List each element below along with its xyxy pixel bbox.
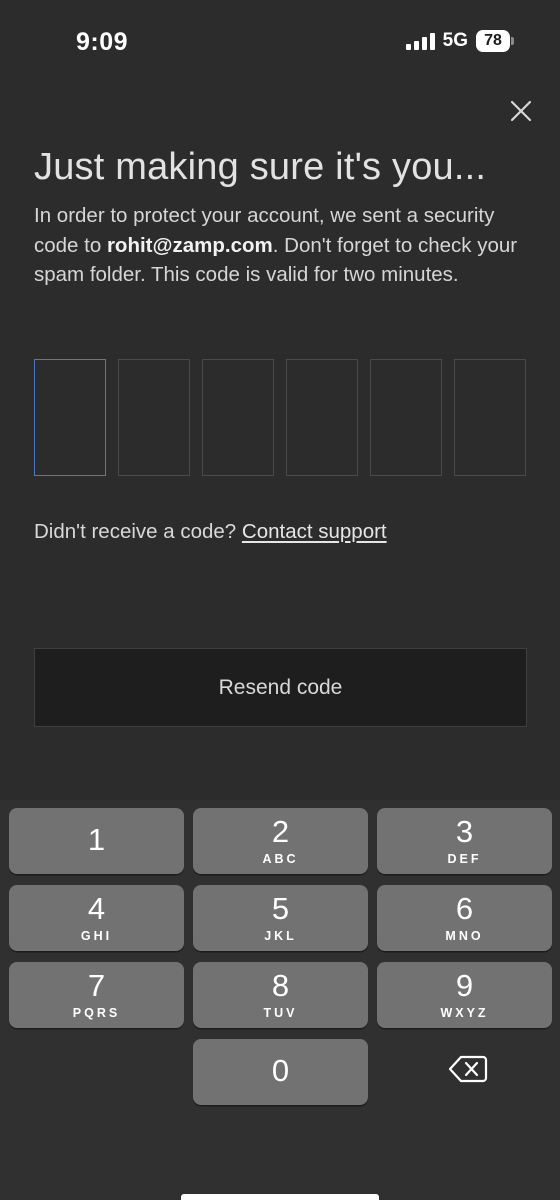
key-8[interactable]: 8 TUV — [193, 962, 368, 1028]
key-1[interactable]: 1 — [9, 808, 184, 874]
battery-icon: 78 — [476, 30, 514, 52]
close-icon — [510, 100, 532, 122]
code-digit-box-3[interactable] — [202, 359, 274, 476]
code-digit-box-1[interactable] — [34, 359, 106, 476]
battery-level: 78 — [476, 30, 510, 52]
support-prompt: Didn't receive a code? — [34, 520, 237, 543]
key-3[interactable]: 3 DEF — [377, 808, 552, 874]
home-indicator[interactable] — [181, 1194, 379, 1200]
code-digit-box-2[interactable] — [118, 359, 190, 476]
code-digit-box-5[interactable] — [370, 359, 442, 476]
page-title: Just making sure it's you... — [34, 146, 487, 188]
key-4[interactable]: 4 GHI — [9, 885, 184, 951]
key-9[interactable]: 9 WXYZ — [377, 962, 552, 1028]
verification-description: In order to protect your account, we sen… — [34, 201, 534, 290]
close-button[interactable] — [506, 96, 536, 126]
key-2[interactable]: 2 ABC — [193, 808, 368, 874]
network-type: 5G — [442, 30, 468, 51]
backspace-icon — [448, 1055, 488, 1083]
resend-code-button[interactable]: Resend code — [34, 648, 527, 727]
status-time: 9:09 — [76, 28, 129, 56]
status-indicators: 5G 78 — [405, 30, 514, 52]
code-digit-box-4[interactable] — [286, 359, 358, 476]
support-line: Didn't receive a code? Contact support — [34, 520, 387, 544]
key-5[interactable]: 5 JKL — [193, 885, 368, 951]
cellular-signal-icon — [405, 32, 435, 50]
key-6[interactable]: 6 MNO — [377, 885, 552, 951]
key-0[interactable]: 0 — [193, 1039, 368, 1105]
email-address: rohit@zamp.com — [106, 233, 273, 257]
backspace-key[interactable] — [448, 1054, 488, 1084]
key-7[interactable]: 7 PQRS — [9, 962, 184, 1028]
status-bar: 9:09 5G 78 — [0, 0, 560, 86]
security-code-input — [34, 359, 527, 476]
contact-support-link[interactable]: Contact support — [242, 520, 387, 543]
code-digit-box-6[interactable] — [454, 359, 526, 476]
